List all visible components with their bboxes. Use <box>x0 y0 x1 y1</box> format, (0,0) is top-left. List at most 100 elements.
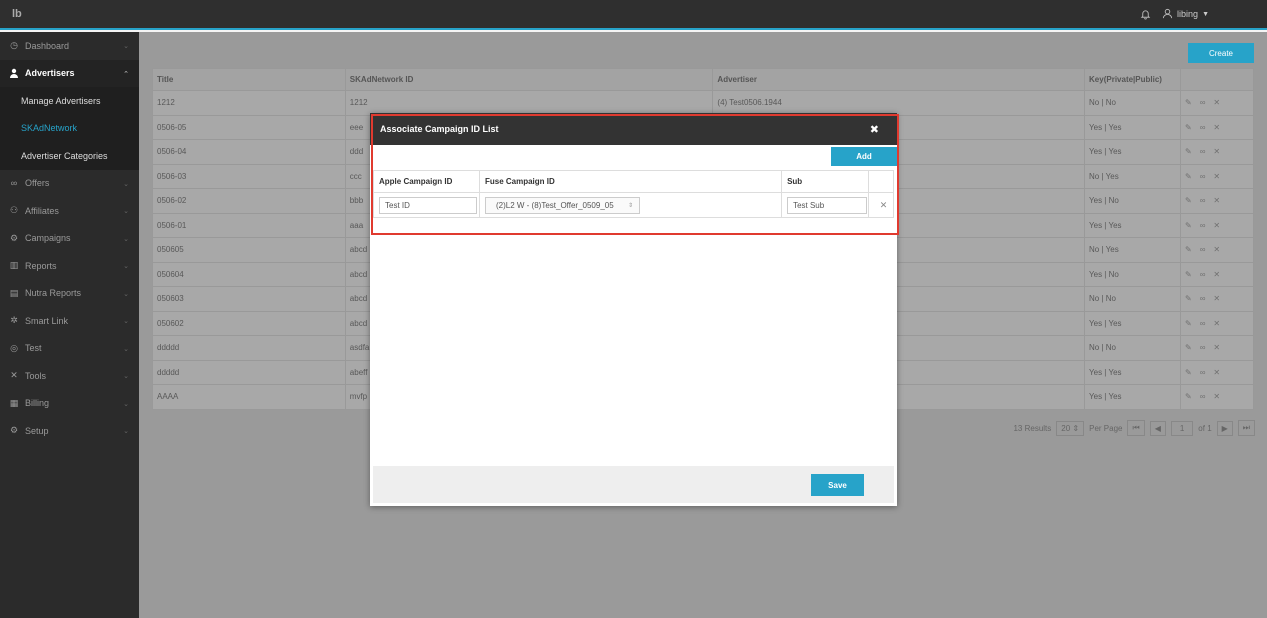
link-icon[interactable]: ∞ <box>1200 172 1206 181</box>
first-page-button[interactable]: ⏮ <box>1127 420 1145 436</box>
edit-icon[interactable]: ✎ <box>1185 123 1192 132</box>
sidebar-item-billing[interactable]: ▦ Billing ⌄ <box>0 390 139 418</box>
link-icon[interactable]: ∞ <box>1200 245 1206 254</box>
link-icon[interactable]: ∞ <box>1200 343 1206 352</box>
per-page-select[interactable]: 20 ⇕ <box>1056 420 1085 436</box>
delete-icon[interactable]: ✕ <box>1213 123 1220 132</box>
cell-title: 0506-04 <box>152 139 346 165</box>
link-icon[interactable]: ∞ <box>1200 319 1206 328</box>
delete-icon[interactable]: ✕ <box>1213 294 1220 303</box>
link-icon[interactable]: ∞ <box>1200 368 1206 377</box>
chevron-up-icon: ⌃ <box>123 70 129 78</box>
edit-icon[interactable]: ✎ <box>1185 294 1192 303</box>
delete-icon[interactable]: ✕ <box>1213 172 1220 181</box>
page-input[interactable]: 1 <box>1170 420 1194 436</box>
sidebar-subitem-advertiser-categories[interactable]: Advertiser Categories <box>0 142 139 170</box>
link-icon[interactable]: ∞ <box>1200 270 1206 279</box>
sidebar-item-tools[interactable]: ✕ Tools ⌄ <box>0 362 139 390</box>
link-icon[interactable]: ∞ <box>1200 123 1206 132</box>
cell-title: AAAA <box>152 384 346 410</box>
select-arrows-icon: ⇕ <box>627 202 633 209</box>
sidebar-subitem-manage-advertisers[interactable]: Manage Advertisers <box>0 87 139 115</box>
edit-icon[interactable]: ✎ <box>1185 98 1192 107</box>
sidebar-subitem-skadnetwork[interactable]: SKAdNetwork <box>0 114 139 142</box>
link-icon[interactable]: ∞ <box>1200 196 1206 205</box>
add-button[interactable]: Add <box>831 147 897 166</box>
sidebar-item-offers[interactable]: ∞ Offers ⌄ <box>0 170 139 198</box>
bell-icon[interactable] <box>1138 7 1152 21</box>
chevron-down-icon: ⌄ <box>123 290 129 298</box>
delete-icon[interactable]: ✕ <box>1213 98 1220 107</box>
edit-icon[interactable]: ✎ <box>1185 196 1192 205</box>
chevron-down-icon: ⌄ <box>123 180 129 188</box>
cell-actions: ✎ ∞ ✕ <box>1180 261 1254 287</box>
close-icon[interactable]: ✖ <box>870 123 879 136</box>
sub-input[interactable]: Test Sub <box>787 196 868 214</box>
chevron-down-icon: ⌄ <box>123 208 129 215</box>
sidebar-item-reports[interactable]: ▥ Reports ⌄ <box>0 252 139 280</box>
table-row[interactable]: 1212 1212 (4) Test0506.1944 No | No ✎ ∞ ✕ <box>152 90 1254 116</box>
cell-actions: ✎ ∞ ✕ <box>1180 384 1254 410</box>
cell-key: No | No <box>1084 286 1181 312</box>
prev-page-button[interactable]: ◀ <box>1149 420 1166 436</box>
column-header-sub: Sub <box>781 170 870 193</box>
link-icon[interactable]: ∞ <box>1200 98 1206 107</box>
cell-key: No | No <box>1084 335 1181 361</box>
column-header-key[interactable]: Key(Private|Public) <box>1084 68 1181 91</box>
sidebar-item-affiliates[interactable]: ⚇ Affiliates ⌄ <box>0 197 139 225</box>
delete-icon[interactable]: ✕ <box>1213 245 1220 254</box>
delete-icon[interactable]: ✕ <box>1213 319 1220 328</box>
apple-campaign-id-input[interactable]: Test ID <box>379 196 477 214</box>
sidebar-item-advertisers[interactable]: Advertisers ⌃ <box>0 59 139 87</box>
cell-actions: ✎ ∞ ✕ <box>1180 286 1254 312</box>
user-name: libing <box>1177 9 1199 19</box>
sidebar-item-campaigns[interactable]: ⚙ Campaigns ⌄ <box>0 225 139 253</box>
column-header-advertiser[interactable]: Advertiser <box>712 68 1086 91</box>
chevron-down-icon: ⌄ <box>123 263 129 270</box>
caret-down-icon: ▼ <box>1202 10 1209 18</box>
tools-icon: ✕ <box>10 370 18 381</box>
edit-icon[interactable]: ✎ <box>1185 270 1192 279</box>
column-header-skadnetwork-id[interactable]: SKAdNetwork ID <box>344 68 714 91</box>
edit-icon[interactable]: ✎ <box>1185 172 1192 181</box>
cell-key: Yes | Yes <box>1084 139 1181 165</box>
last-page-button[interactable]: ⏭ <box>1237 420 1255 436</box>
delete-icon[interactable]: ✕ <box>1213 196 1220 205</box>
fuse-campaign-selected: (2)L2 W - (8)Test_Offer_0509_05 <box>495 200 614 210</box>
cell-key: Yes | No <box>1084 261 1181 287</box>
create-button[interactable]: Create <box>1188 43 1254 63</box>
chevron-down-icon: ⌄ <box>123 235 129 243</box>
page-total: of 1 <box>1198 423 1212 433</box>
edit-icon[interactable]: ✎ <box>1185 368 1192 377</box>
edit-icon[interactable]: ✎ <box>1185 147 1192 156</box>
edit-icon[interactable]: ✎ <box>1185 221 1192 230</box>
user-menu[interactable]: libing ▼ <box>1162 8 1209 21</box>
sidebar-item-smart-link[interactable]: ✲ Smart Link ⌄ <box>0 307 139 335</box>
link-icon[interactable]: ∞ <box>1200 392 1206 401</box>
save-button[interactable]: Save <box>811 474 864 496</box>
edit-icon[interactable]: ✎ <box>1185 319 1192 328</box>
top-bar: lb libing ▼ <box>0 0 1267 30</box>
edit-icon[interactable]: ✎ <box>1185 245 1192 254</box>
sidebar-item-nutra-reports[interactable]: ▤ Nutra Reports ⌄ <box>0 280 139 308</box>
brand-logo[interactable]: lb <box>0 8 139 20</box>
delete-icon[interactable]: ✕ <box>1213 343 1220 352</box>
delete-icon[interactable]: ✕ <box>1213 270 1220 279</box>
edit-icon[interactable]: ✎ <box>1185 343 1192 352</box>
link-icon[interactable]: ∞ <box>1200 221 1206 230</box>
edit-icon[interactable]: ✎ <box>1185 392 1192 401</box>
fuse-campaign-id-select[interactable]: (2)L2 W - (8)Test_Offer_0509_05 ⇕ <box>484 196 640 214</box>
sidebar-item-test[interactable]: ◎ Test ⌄ <box>0 335 139 363</box>
sidebar-item-dashboard[interactable]: ◷ Dashboard ⌄ <box>0 32 139 60</box>
link-icon[interactable]: ∞ <box>1200 147 1206 156</box>
delete-icon[interactable]: ✕ <box>1213 221 1220 230</box>
remove-row-icon[interactable]: ✕ <box>868 192 894 218</box>
next-page-button[interactable]: ▶ <box>1216 420 1233 436</box>
delete-icon[interactable]: ✕ <box>1213 147 1220 156</box>
column-header-title[interactable]: Title <box>152 68 346 91</box>
delete-icon[interactable]: ✕ <box>1213 368 1220 377</box>
delete-icon[interactable]: ✕ <box>1213 392 1220 401</box>
link-icon[interactable]: ∞ <box>1200 294 1206 303</box>
sidebar-item-setup[interactable]: ⚙ Setup ⌄ <box>0 417 139 445</box>
per-page-label: Per Page <box>1089 423 1123 433</box>
